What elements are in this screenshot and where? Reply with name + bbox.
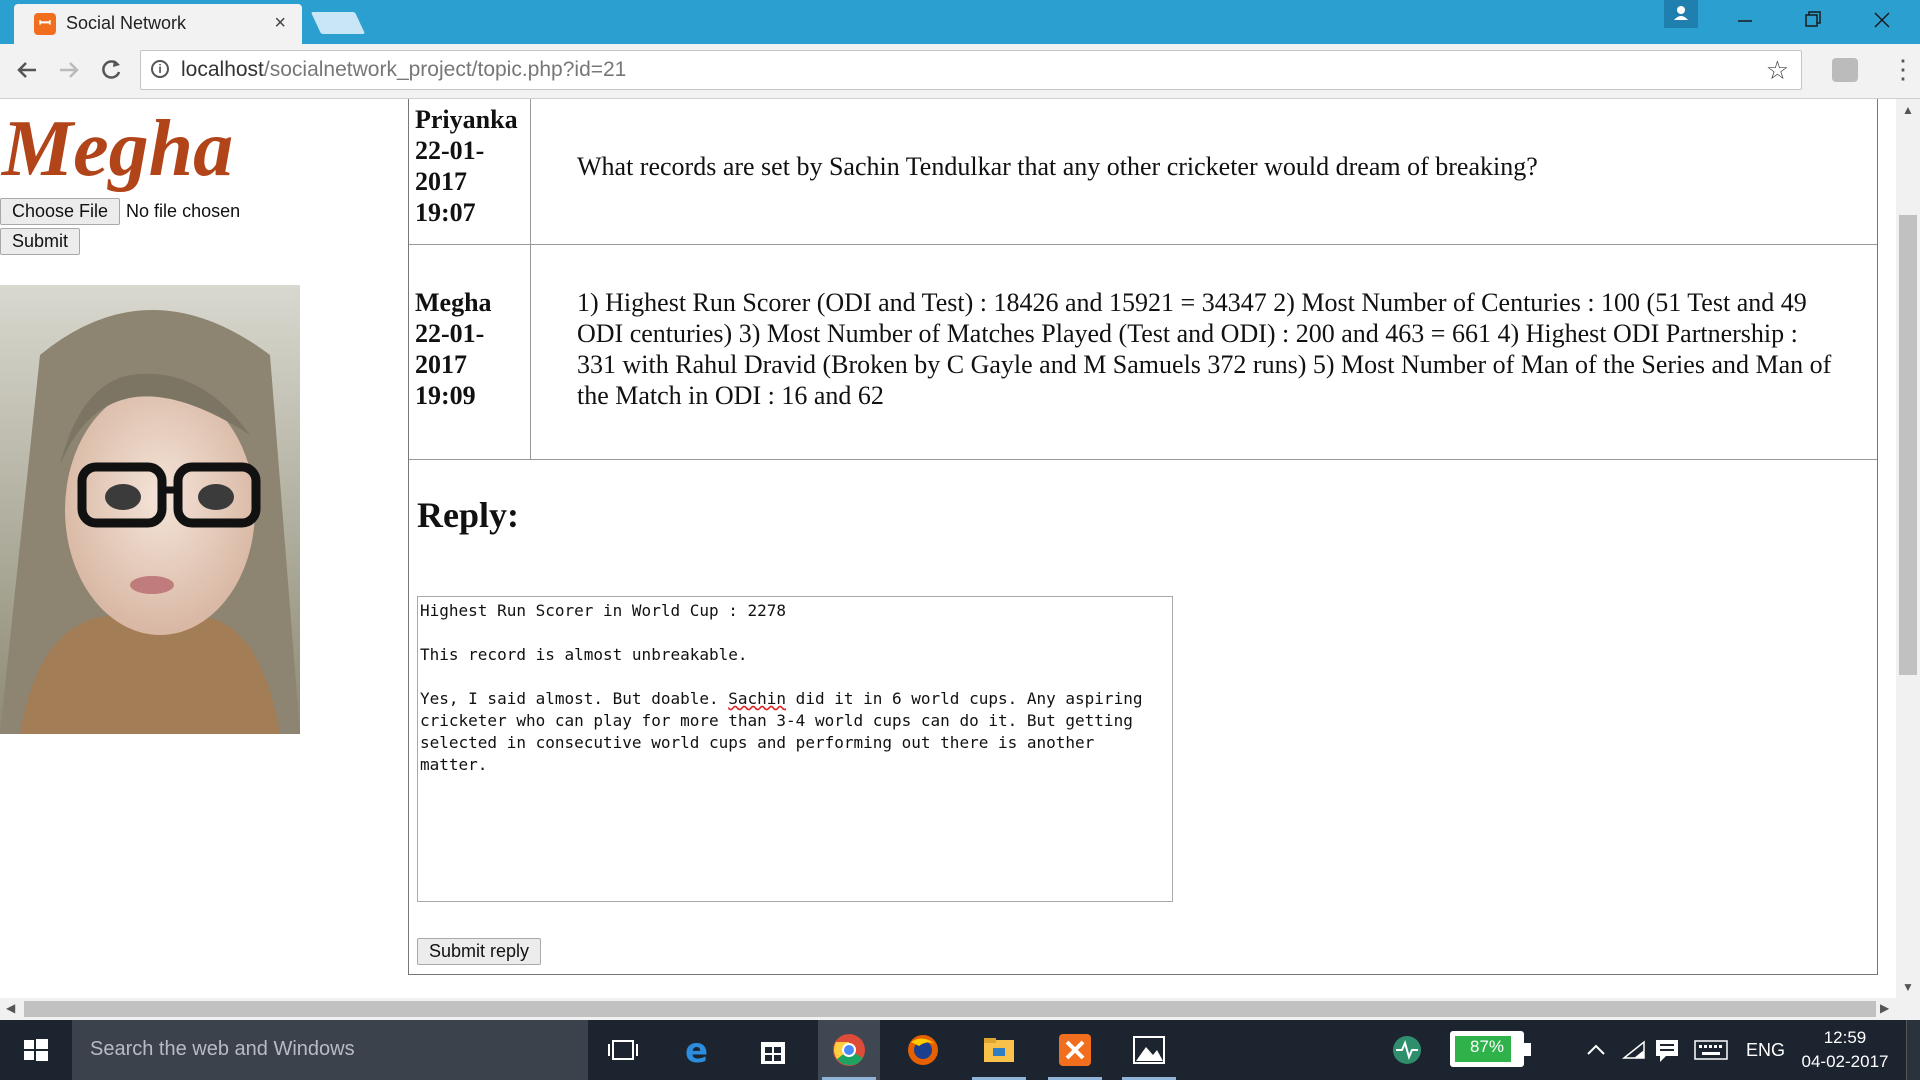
file-explorer-icon[interactable]: [968, 1020, 1030, 1080]
site-info-icon[interactable]: i: [151, 60, 169, 78]
battery-percent: 87%: [1469, 1037, 1505, 1056]
new-tab-button[interactable]: [310, 12, 366, 34]
profile-avatar: [0, 285, 300, 734]
post-row: Priyanka 22-01-2017 19:07 What records a…: [409, 99, 1877, 245]
store-icon[interactable]: [742, 1020, 804, 1080]
chrome-icon[interactable]: [818, 1020, 880, 1080]
browser-tab[interactable]: ꟷ Social Network ×: [14, 4, 302, 44]
start-button[interactable]: [0, 1020, 72, 1080]
edge-icon[interactable]: e: [668, 1020, 730, 1080]
taskbar-clock[interactable]: 12:59 04-02-2017: [1796, 1026, 1894, 1074]
restore-icon[interactable]: [1792, 4, 1832, 36]
upload-submit-button[interactable]: Submit: [0, 228, 81, 255]
topic-posts-table: Priyanka 22-01-2017 19:07 What records a…: [408, 99, 1878, 975]
post-author: Megha: [415, 288, 492, 317]
profile-name: Megha: [2, 105, 234, 193]
close-window-icon[interactable]: [1862, 4, 1902, 36]
forward-icon[interactable]: [54, 55, 84, 85]
clock-time: 12:59: [1823, 1028, 1867, 1047]
page-viewport: Megha Choose File No file chosen Submit: [0, 99, 1896, 998]
post-content: What records are set by Sachin Tendulkar…: [577, 152, 1538, 181]
reload-icon[interactable]: [96, 55, 126, 85]
health-monitor-icon[interactable]: [1376, 1020, 1438, 1080]
horizontal-scroll-thumb[interactable]: [24, 1001, 1876, 1017]
xampp-icon[interactable]: [1044, 1020, 1106, 1080]
post-row: Megha 22-01-2017 19:09 1) Highest Run Sc…: [409, 244, 1877, 460]
show-hidden-icons-icon[interactable]: [1584, 1020, 1608, 1080]
url-text: localhost/socialnetwork_project/topic.ph…: [181, 58, 627, 81]
back-icon[interactable]: [12, 55, 42, 85]
battery-indicator[interactable]: 87%: [1450, 1031, 1531, 1067]
photos-icon[interactable]: [1118, 1020, 1180, 1080]
file-upload-row: Choose File No file chosen: [0, 198, 240, 225]
battery-nub: [1524, 1043, 1531, 1056]
svg-text:e: e: [685, 1032, 708, 1068]
post-author-cell: Megha 22-01-2017 19:09: [409, 244, 531, 459]
vertical-scroll-thumb[interactable]: [1899, 215, 1917, 675]
submit-reply-button[interactable]: Submit reply: [417, 938, 542, 965]
taskbar-search[interactable]: Search the web and Windows: [72, 1020, 588, 1080]
file-status-text: No file chosen: [126, 201, 241, 221]
action-center-icon[interactable]: [1654, 1020, 1680, 1080]
post-date: 22-01-2017: [415, 136, 485, 196]
xampp-favicon-icon: ꟷ: [34, 13, 56, 35]
tab-close-icon[interactable]: ×: [274, 12, 286, 35]
language-indicator[interactable]: ENG: [1746, 1020, 1785, 1080]
minimize-icon[interactable]: [1724, 4, 1764, 36]
scroll-down-icon[interactable]: ▼: [1902, 980, 1914, 994]
show-desktop-button[interactable]: [1906, 1020, 1920, 1080]
reply-textarea[interactable]: Highest Run Scorer in World Cup : 2278 T…: [417, 596, 1173, 902]
bookmark-star-icon[interactable]: ☆: [1766, 55, 1789, 86]
reply-heading: Reply:: [417, 495, 519, 535]
address-bar[interactable]: i localhost/socialnetwork_project/topic.…: [140, 50, 1802, 90]
post-date: 22-01-2017: [415, 319, 485, 379]
scroll-right-icon[interactable]: ▶: [1880, 1001, 1889, 1015]
windows-logo-icon: [24, 1039, 48, 1061]
browser-toolbar: i localhost/socialnetwork_project/topic.…: [0, 44, 1920, 99]
title-bar: ꟷ Social Network ×: [0, 0, 1920, 44]
vertical-scrollbar[interactable]: ▲ ▼: [1896, 99, 1920, 998]
tab-title: Social Network: [66, 13, 187, 33]
post-content: 1) Highest Run Scorer (ODI and Test) : 1…: [577, 288, 1832, 410]
menu-dots-icon[interactable]: ⋮: [1890, 54, 1916, 85]
clock-date: 04-02-2017: [1801, 1052, 1889, 1071]
choose-file-button[interactable]: Choose File: [0, 198, 121, 225]
post-time: 19:07: [415, 198, 476, 227]
task-view-icon[interactable]: [592, 1020, 654, 1080]
post-author: Priyanka: [415, 105, 518, 134]
scroll-left-icon[interactable]: ◀: [6, 1001, 15, 1015]
scroll-up-icon[interactable]: ▲: [1902, 103, 1914, 117]
extension-icon[interactable]: [1832, 58, 1858, 82]
user-profile-icon[interactable]: [1664, 0, 1698, 28]
post-time: 19:09: [415, 381, 476, 410]
keyboard-icon[interactable]: [1694, 1020, 1728, 1080]
firefox-icon[interactable]: [892, 1020, 954, 1080]
windows-taskbar: Search the web and Windows e 87% ENG 12:…: [0, 1020, 1920, 1080]
post-author-cell: Priyanka 22-01-2017 19:07: [409, 99, 531, 244]
horizontal-scrollbar[interactable]: ◀ ▶: [0, 998, 1920, 1020]
wifi-icon[interactable]: [1620, 1020, 1648, 1080]
